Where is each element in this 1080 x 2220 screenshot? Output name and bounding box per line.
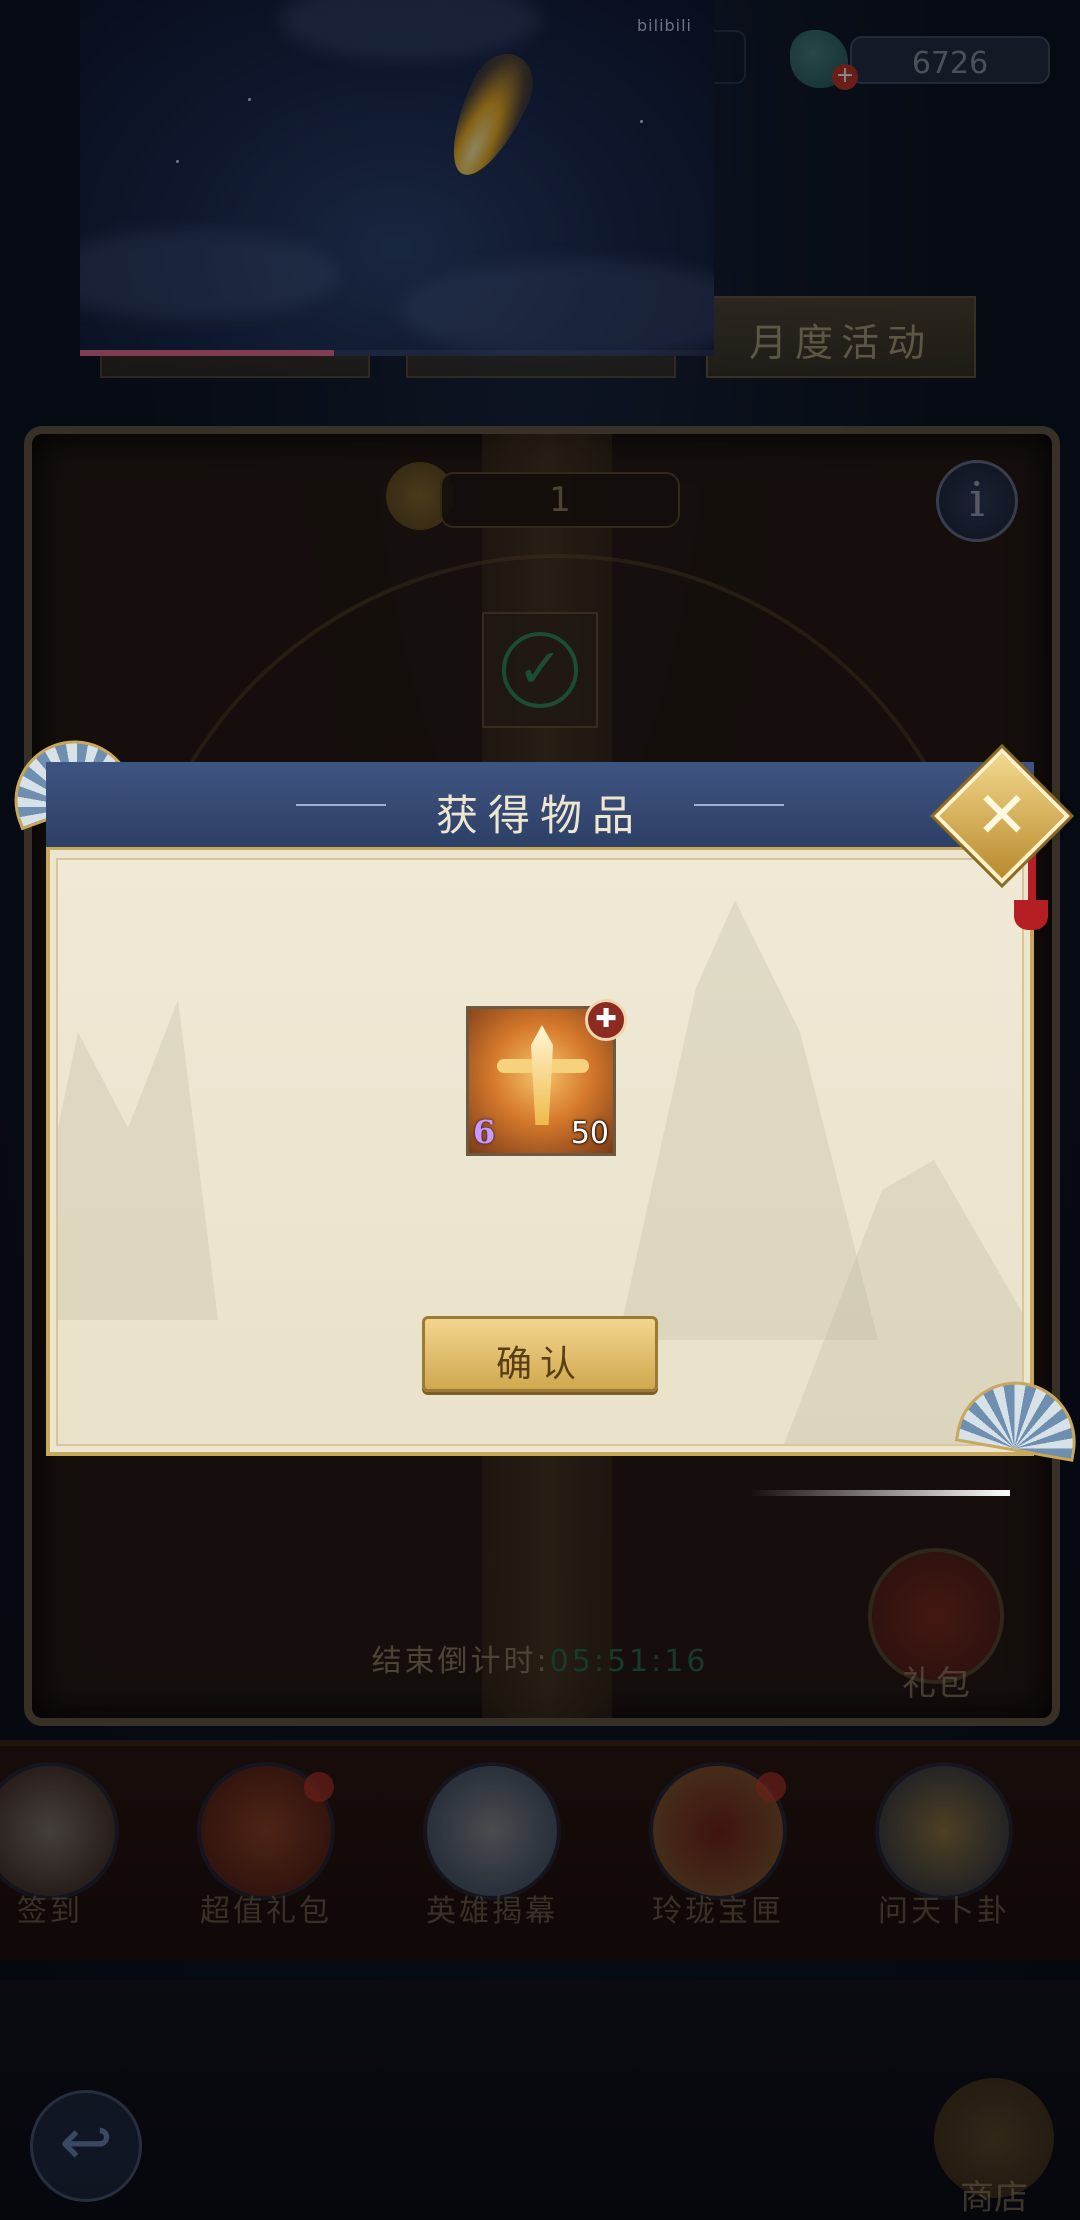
speed-streak: [750, 1490, 1010, 1496]
tassel-ornament: [1014, 900, 1048, 930]
confirm-label: 确认: [495, 1344, 584, 1385]
mountain-decor: [58, 1000, 218, 1320]
dialog-title: 获得物品: [435, 791, 644, 840]
obtained-item-slot[interactable]: ✚ 6 50: [466, 999, 627, 1156]
item-badge-icon: ✚: [585, 999, 627, 1041]
dialog-header: 获得物品: [46, 762, 1034, 850]
close-icon: ✕: [975, 779, 1029, 853]
item-level: 6: [473, 1113, 496, 1151]
confirm-button[interactable]: 确认: [422, 1316, 658, 1392]
sword-icon: [531, 1025, 553, 1125]
item-quantity: 50: [570, 1116, 609, 1151]
mountain-decor: [618, 900, 878, 1340]
